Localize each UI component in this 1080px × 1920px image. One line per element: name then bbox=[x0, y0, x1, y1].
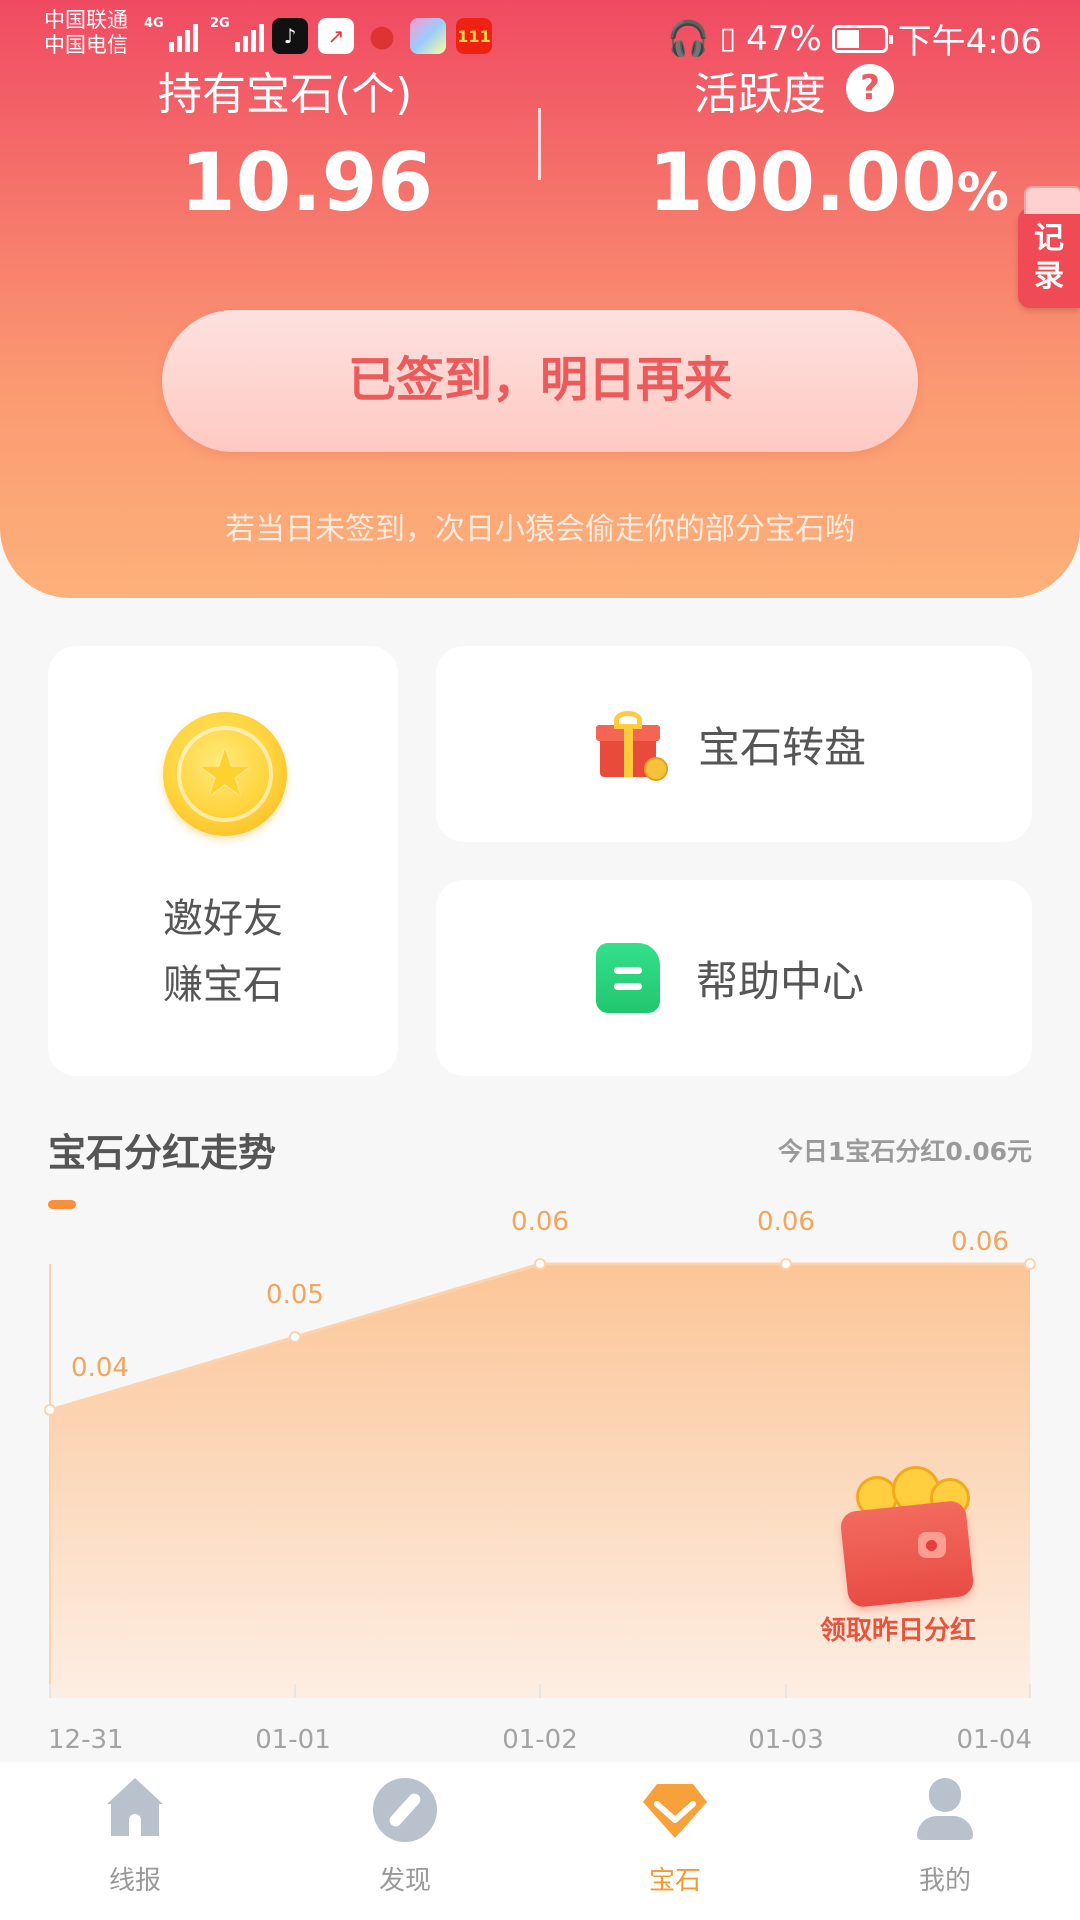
carrier-info: 中国联通 中国电信 bbox=[44, 8, 128, 58]
trend-note: 今日1宝石分红0.06元 bbox=[777, 1137, 1032, 1166]
home-icon bbox=[103, 1778, 167, 1842]
battery-icon bbox=[831, 24, 893, 53]
gems-value: 10.96 bbox=[180, 136, 434, 229]
chart-x-tick-label-4: 01-04 bbox=[956, 1725, 1032, 1755]
claim-reward-label[interactable]: 领取昨日分红 bbox=[820, 1610, 976, 1647]
signal-icon: 4G bbox=[144, 16, 198, 52]
chart-point-0 bbox=[44, 1404, 56, 1416]
gem-wheel-card[interactable]: 宝石转盘 bbox=[436, 646, 1032, 842]
record-tab[interactable]: 记 录 bbox=[1018, 186, 1080, 308]
nav-label-discover: 发现 bbox=[378, 1866, 431, 1896]
stock-app-icon: ↗ bbox=[318, 18, 354, 54]
record-tab-line1: 记 bbox=[1034, 221, 1064, 256]
signin-button[interactable]: 已签到，明日再来 bbox=[162, 310, 918, 452]
invite-line1: 邀好友 bbox=[163, 896, 283, 942]
chart-point-3 bbox=[780, 1258, 792, 1270]
stats-divider bbox=[538, 108, 541, 180]
carrier-2: 中国电信 bbox=[44, 33, 128, 57]
invite-text: 邀好友 赚宝石 bbox=[48, 886, 398, 1018]
invite-line2: 赚宝石 bbox=[163, 962, 283, 1008]
chart-point-4 bbox=[1024, 1258, 1036, 1270]
message-icon: ● bbox=[368, 18, 396, 54]
compass-icon bbox=[373, 1778, 437, 1842]
tiktok-icon: ♪ bbox=[272, 18, 308, 54]
trend-title: 宝石分红走势 bbox=[48, 1131, 277, 1175]
nav-item-gems[interactable]: 宝石 bbox=[540, 1762, 810, 1920]
gem-icon bbox=[643, 1778, 707, 1842]
help-center-label: 帮助中心 bbox=[696, 956, 865, 1006]
battery-percent: 47% bbox=[746, 18, 822, 59]
bottom-nav: 线报 发现 宝石 我的 bbox=[0, 1762, 1080, 1920]
status-right: 🎧 ▯ 47% 下午4:06 bbox=[667, 14, 1042, 63]
chart-x-tick-label-0: 12-31 bbox=[48, 1725, 124, 1755]
chart-data-label-2: 0.06 bbox=[511, 1207, 569, 1237]
coin-icon: ★ bbox=[163, 712, 287, 836]
gem-wheel-label: 宝石转盘 bbox=[698, 722, 867, 772]
headphone-icon: 🎧 bbox=[667, 18, 710, 59]
chart-data-label-4: 0.06 bbox=[951, 1227, 1009, 1257]
chart-x-tick-label-2: 01-02 bbox=[502, 1725, 578, 1755]
activity-value: 100.00 bbox=[648, 136, 957, 229]
chart-point-2 bbox=[534, 1258, 546, 1270]
profile-icon bbox=[913, 1778, 977, 1842]
activity-value-wrap: 100.00% bbox=[648, 136, 1009, 229]
chart-data-label-3: 0.06 bbox=[757, 1207, 815, 1237]
vibrate-icon: ▯ bbox=[719, 21, 737, 56]
carrier-1: 中国联通 bbox=[44, 8, 128, 32]
header-panel: 中国联通 中国电信 4G 2G ♪ ↗ ● 111 🎧 ▯ 47% 下午4:06… bbox=[0, 0, 1080, 598]
chart-point-1 bbox=[289, 1331, 301, 1343]
signin-tip: 若当日未签到，次日小猿会偷走你的部分宝石哟 bbox=[225, 512, 855, 547]
notification-icons: ♪ ↗ ● 111 bbox=[272, 18, 492, 54]
signal-icon-2: 2G bbox=[210, 16, 264, 52]
nav-item-discover[interactable]: 发现 bbox=[270, 1762, 540, 1920]
chart-x-tick-label-3: 01-03 bbox=[748, 1725, 824, 1755]
network-type-1: 4G bbox=[144, 16, 164, 31]
gems-label: 持有宝石(个) bbox=[158, 69, 413, 120]
shopping-app-icon: 111 bbox=[456, 18, 492, 54]
gallery-icon bbox=[410, 18, 446, 54]
gift-icon bbox=[596, 711, 668, 781]
clock: 下午4:06 bbox=[897, 22, 1042, 62]
nav-item-profile[interactable]: 我的 bbox=[810, 1762, 1080, 1920]
chart-x-tick-label-1: 01-01 bbox=[255, 1725, 331, 1755]
document-icon bbox=[596, 943, 660, 1013]
chart-data-label-0: 0.04 bbox=[71, 1353, 129, 1383]
help-center-card[interactable]: 帮助中心 bbox=[436, 880, 1032, 1076]
activity-unit: % bbox=[956, 163, 1009, 223]
invite-friends-card[interactable]: ★ 邀好友 赚宝石 bbox=[48, 646, 398, 1076]
activity-label: 活跃度 bbox=[694, 69, 826, 120]
nav-label-profile: 我的 bbox=[918, 1866, 971, 1896]
record-tab-line2: 录 bbox=[1034, 259, 1064, 294]
chart-data-label-1: 0.05 bbox=[266, 1280, 324, 1310]
network-type-2: 2G bbox=[210, 16, 230, 31]
nav-item-news[interactable]: 线报 bbox=[0, 1762, 270, 1920]
question-icon[interactable]: ? bbox=[846, 64, 894, 112]
nav-label-gems: 宝石 bbox=[648, 1866, 701, 1896]
nav-label-news: 线报 bbox=[108, 1866, 161, 1896]
